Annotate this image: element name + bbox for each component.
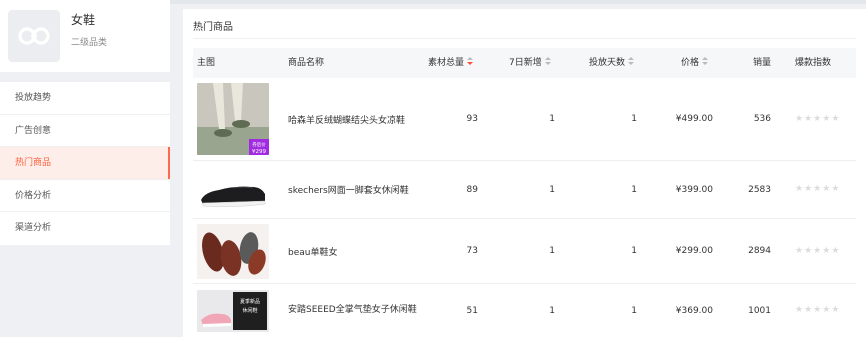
sales-value: 1001 <box>748 305 771 316</box>
star-icon: ★ <box>795 245 804 256</box>
star-icon: ★ <box>822 113 831 124</box>
svg-text:券后价: 券后价 <box>252 141 266 148</box>
price-value: ¥499.00 <box>675 114 713 124</box>
product-name[interactable]: beau单鞋女 <box>288 219 418 283</box>
header-hot-index: 爆款指数 <box>795 58 832 68</box>
new7d-count: 1 <box>549 305 555 316</box>
star-icon: ★ <box>813 184 822 194</box>
days-count: 1 <box>631 246 637 256</box>
sort-icon[interactable] <box>628 57 635 66</box>
materials-count: 93 <box>466 114 478 124</box>
category-title: 女鞋 <box>71 13 96 27</box>
header-materials[interactable]: 素材总量 <box>428 48 474 78</box>
product-name[interactable]: skechers网面一脚套女休闲鞋 <box>288 161 418 218</box>
price-value: ¥299.00 <box>675 246 713 256</box>
star-icon: ★ <box>831 113 840 124</box>
days-count: 1 <box>631 184 637 195</box>
sales-value: 536 <box>753 114 771 124</box>
star-icon: ★ <box>831 245 840 256</box>
star-icon: ★ <box>813 305 822 315</box>
new7d-count: 1 <box>549 114 555 124</box>
sidebar-item-hot-products[interactable]: 热门商品 <box>0 147 170 180</box>
link-logo-icon <box>8 10 60 62</box>
sort-icon[interactable] <box>544 57 551 66</box>
product-name[interactable]: 安踏SEEED全掌气垫女子休闲鞋 <box>288 284 418 337</box>
panel-divider <box>193 38 856 39</box>
star-icon: ★ <box>822 245 831 256</box>
product-image[interactable]: 夏季新品 休闲鞋 <box>197 290 269 332</box>
header-price[interactable]: 价格 <box>681 48 709 78</box>
star-icon: ★ <box>822 184 831 194</box>
category-subtitle: 二级品类 <box>71 38 108 48</box>
product-image[interactable]: 券后价 ¥299 <box>197 83 269 155</box>
product-name[interactable]: 哈森羊反绒蝴蝶结尖头女凉鞋 <box>288 78 418 160</box>
category-card: 女鞋 二级品类 <box>0 0 170 72</box>
header-name: 商品名称 <box>288 58 325 68</box>
svg-text:休闲鞋: 休闲鞋 <box>242 307 257 314</box>
hot-index-stars: ★ ★ ★ ★ ★ <box>795 284 850 337</box>
hot-index-stars: ★ ★ ★ ★ ★ <box>795 219 850 283</box>
star-icon: ★ <box>804 245 813 256</box>
materials-count: 51 <box>466 305 478 316</box>
table-row[interactable]: skechers网面一脚套女休闲鞋 89 1 1 ¥399.00 2583 ★ ★… <box>193 161 856 219</box>
svg-text:¥299: ¥299 <box>252 149 266 155</box>
star-icon: ★ <box>795 305 804 315</box>
new7d-count: 1 <box>549 184 555 195</box>
materials-count: 73 <box>466 246 478 256</box>
star-icon: ★ <box>831 305 840 315</box>
sidebar-item-price-analysis[interactable]: 价格分析 <box>0 180 170 212</box>
star-icon: ★ <box>822 305 831 315</box>
table-header: 主图 商品名称 素材总量 7日新增 投放天数 价格 销量 爆款指数 <box>193 48 856 78</box>
star-icon: ★ <box>804 184 813 194</box>
table-row[interactable]: 夏季新品 休闲鞋 安踏SEEED全掌气垫女子休闲鞋 51 1 1 ¥369.00… <box>193 284 856 337</box>
sales-value: 2583 <box>748 184 771 195</box>
hot-products-panel: 热门商品 主图 商品名称 素材总量 7日新增 投放天数 价格 销量 爆款指数 券… <box>183 9 866 337</box>
product-image[interactable] <box>197 166 269 214</box>
star-icon: ★ <box>795 113 804 124</box>
price-value: ¥399.00 <box>675 184 713 195</box>
days-count: 1 <box>631 305 637 316</box>
sidebar-nav: 投放趋势 广告创意 热门商品 价格分析 渠道分析 <box>0 82 170 245</box>
star-icon: ★ <box>804 113 813 124</box>
panel-title: 热门商品 <box>193 22 233 33</box>
star-icon: ★ <box>804 305 813 315</box>
hot-index-stars: ★ ★ ★ ★ ★ <box>795 161 850 218</box>
table-row[interactable]: 券后价 ¥299 哈森羊反绒蝴蝶结尖头女凉鞋 93 1 1 ¥499.00 53… <box>193 78 856 161</box>
header-image: 主图 <box>197 58 216 68</box>
new7d-count: 1 <box>549 246 555 256</box>
sidebar-item-channel-analysis[interactable]: 渠道分析 <box>0 212 170 245</box>
sales-value: 2894 <box>748 246 771 256</box>
star-icon: ★ <box>795 184 804 194</box>
days-count: 1 <box>631 114 637 124</box>
header-new7d[interactable]: 7日新增 <box>509 48 551 78</box>
hot-index-stars: ★ ★ ★ ★ ★ <box>795 78 850 160</box>
header-sales: 销量 <box>753 58 772 68</box>
svg-text:夏季新品: 夏季新品 <box>240 298 260 305</box>
star-icon: ★ <box>813 245 822 256</box>
product-image[interactable] <box>197 224 269 279</box>
sort-desc-icon[interactable] <box>467 57 474 66</box>
star-icon: ★ <box>831 184 840 194</box>
sidebar-item-trend[interactable]: 投放趋势 <box>0 82 170 115</box>
sidebar-item-creative[interactable]: 广告创意 <box>0 115 170 147</box>
star-icon: ★ <box>813 113 822 124</box>
sort-icon[interactable] <box>702 57 709 66</box>
materials-count: 89 <box>466 184 478 195</box>
table-row[interactable]: beau单鞋女 73 1 1 ¥299.00 2894 ★ ★ ★ ★ ★ <box>193 219 856 284</box>
header-days[interactable]: 投放天数 <box>589 48 635 78</box>
price-value: ¥369.00 <box>675 305 713 316</box>
